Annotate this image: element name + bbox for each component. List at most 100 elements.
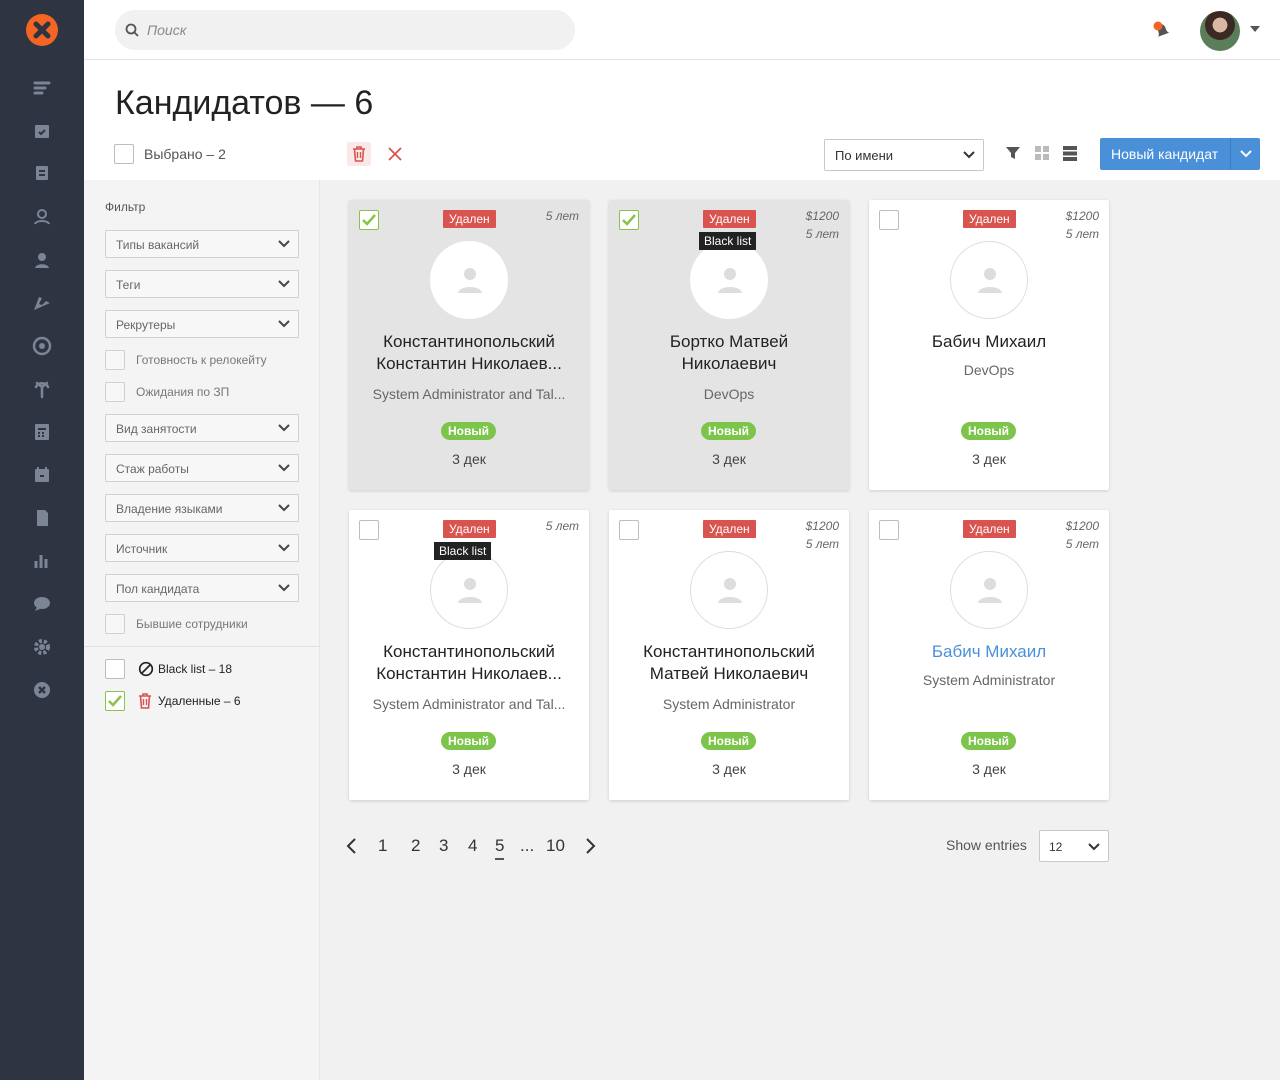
filter-source[interactable]: Источник <box>105 534 299 562</box>
filter-tags[interactable]: Теги <box>105 270 299 298</box>
main-nav <box>0 0 84 1080</box>
nav-dashboard-icon[interactable] <box>30 76 54 100</box>
candidate-position: System Administrator <box>662 696 796 712</box>
page-link[interactable]: 4 <box>468 836 477 856</box>
candidate-date: 3 дек <box>972 451 1006 467</box>
card-checkbox[interactable] <box>879 520 899 540</box>
search-box <box>115 10 575 50</box>
checkbox[interactable] <box>105 350 125 370</box>
nav-chat-icon[interactable] <box>30 592 54 616</box>
candidate-name[interactable]: Бабич Михаил <box>879 331 1099 353</box>
candidate-card[interactable]: Удален $1200 5 лет Бабич Михаил DevOps Н… <box>869 200 1109 490</box>
filter-label: Удаленные – 6 <box>158 694 241 708</box>
nav-employees-icon[interactable] <box>30 248 54 272</box>
card-checkbox[interactable] <box>359 210 379 230</box>
user-avatar[interactable] <box>1200 11 1240 51</box>
page-link[interactable]: 3 <box>439 836 448 856</box>
nav-vacancies-icon[interactable] <box>30 161 54 185</box>
notifications-icon[interactable] <box>1150 18 1174 42</box>
avatar <box>950 241 1028 319</box>
page-link[interactable]: 1 <box>378 836 387 856</box>
trash-icon <box>353 146 365 162</box>
nav-goals-icon[interactable] <box>30 334 54 358</box>
list-view-icon[interactable] <box>1061 144 1079 162</box>
nav-help-icon[interactable] <box>30 678 54 702</box>
filter-deleted[interactable]: Удаленные – 6 <box>105 691 241 711</box>
selected-count: Выбрано – 2 <box>144 146 226 162</box>
user-placeholder-icon <box>458 268 482 293</box>
delete-selected-button[interactable] <box>347 142 371 166</box>
new-candidate-button[interactable]: Новый кандидат <box>1100 138 1230 170</box>
clear-selection-button[interactable] <box>385 144 405 164</box>
checkbox[interactable] <box>105 614 125 634</box>
search-input[interactable] <box>147 10 567 50</box>
filter-gender[interactable]: Пол кандидата <box>105 574 299 602</box>
chevron-left-icon[interactable] <box>345 837 357 855</box>
check-icon <box>622 214 636 226</box>
filter-label: Пол кандидата <box>116 582 200 596</box>
candidate-name[interactable]: Константинопольский <box>619 641 839 663</box>
candidate-name[interactable]: Константинопольский <box>359 331 579 353</box>
experience: 5 лет <box>1065 537 1099 551</box>
candidate-name[interactable]: Николаевич <box>619 353 839 375</box>
checkbox[interactable] <box>105 659 125 679</box>
nav-candidate-icon[interactable] <box>30 205 54 229</box>
sort-select[interactable]: По имени <box>824 139 984 171</box>
chevron-down-icon <box>1088 843 1100 851</box>
card-checkbox[interactable] <box>619 520 639 540</box>
chevron-down-icon <box>278 320 290 328</box>
filter-label: Источник <box>116 542 168 556</box>
chevron-down-icon <box>278 464 290 472</box>
card-checkbox[interactable] <box>879 210 899 230</box>
nav-tasks-icon[interactable] <box>30 119 54 143</box>
filter-relocation[interactable]: Готовность к релокейту <box>105 350 267 370</box>
stage-badge: Новый <box>441 422 496 440</box>
block-icon <box>138 661 154 677</box>
nav-calculator-icon[interactable] <box>30 420 54 444</box>
page-link-current[interactable]: 5 <box>495 836 505 860</box>
checkbox-checked[interactable] <box>105 691 125 711</box>
nav-vacation-icon[interactable] <box>30 377 54 401</box>
candidate-card[interactable]: Удален 5 лет Константинопольский Констан… <box>349 200 589 490</box>
filter-icon[interactable] <box>1004 144 1022 162</box>
candidate-card[interactable]: Удален 5 лет Black list Константинопольс… <box>349 510 589 800</box>
chevron-right-icon[interactable] <box>585 837 597 855</box>
card-checkbox[interactable] <box>359 520 379 540</box>
candidate-card[interactable]: Удален $1200 5 лет Бабич Михаил System A… <box>869 510 1109 800</box>
filter-recruiters[interactable]: Рекрутеры <box>105 310 299 338</box>
page-link[interactable]: 10 <box>546 836 565 856</box>
candidate-card[interactable]: Удален $1200 5 лет Константинопольский М… <box>609 510 849 800</box>
grid-view-icon[interactable] <box>1033 144 1051 162</box>
candidate-name[interactable]: Матвей Николаевич <box>619 663 839 685</box>
nav-calendar-icon[interactable] <box>30 463 54 487</box>
candidate-name[interactable]: Константин Николаев... <box>359 663 579 685</box>
candidate-name[interactable]: Константин Николаев... <box>359 353 579 375</box>
new-candidate-menu-button[interactable] <box>1230 138 1260 170</box>
filter-employment-type[interactable]: Вид занятости <box>105 414 299 442</box>
filter-experience[interactable]: Стаж работы <box>105 454 299 482</box>
nav-reports-icon[interactable] <box>30 549 54 573</box>
candidate-name[interactable]: Бортко Матвей <box>619 331 839 353</box>
candidate-card[interactable]: Удален $1200 5 лет Black list Бортко Мат… <box>609 200 849 490</box>
filter-blacklist[interactable]: Black list – 18 <box>105 659 232 679</box>
nav-flights-icon[interactable] <box>30 291 54 315</box>
chevron-down-icon[interactable] <box>1250 26 1260 32</box>
nav-documents-icon[interactable] <box>30 506 54 530</box>
candidate-name[interactable]: Константинопольский <box>359 641 579 663</box>
filter-former-employees[interactable]: Бывшие сотрудники <box>105 614 248 634</box>
stage-badge: Новый <box>961 422 1016 440</box>
page-link[interactable]: 2 <box>411 836 420 856</box>
card-checkbox[interactable] <box>619 210 639 230</box>
filter-vacancy-types[interactable]: Типы вакансий <box>105 230 299 258</box>
select-all-checkbox[interactable] <box>114 144 134 164</box>
user-placeholder-icon <box>978 268 1002 293</box>
app-logo-icon[interactable] <box>26 14 58 46</box>
candidate-name[interactable]: Бабич Михаил <box>879 641 1099 663</box>
entries-select[interactable]: 12 <box>1039 830 1109 862</box>
nav-settings-icon[interactable] <box>30 635 54 659</box>
filter-salary-expectations[interactable]: Ожидания по ЗП <box>105 382 229 402</box>
candidate-position: DevOps <box>963 362 1015 378</box>
filter-languages[interactable]: Владение языками <box>105 494 299 522</box>
status-badge: Удален <box>443 210 496 228</box>
checkbox[interactable] <box>105 382 125 402</box>
